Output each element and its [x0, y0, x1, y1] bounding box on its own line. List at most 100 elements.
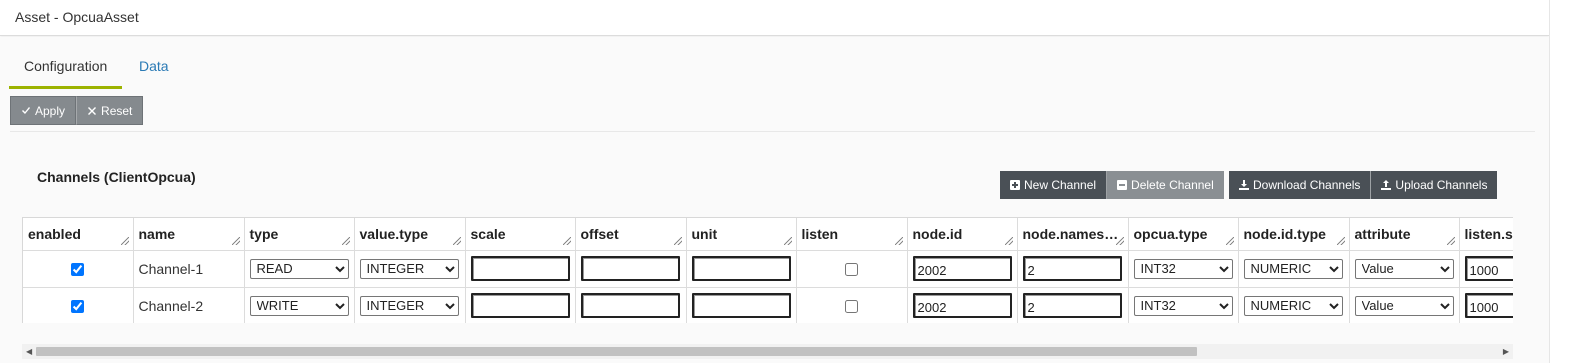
tab-configuration[interactable]: Configuration [9, 50, 123, 89]
scale-input[interactable] [470, 293, 570, 318]
table-header-row: enabled name type value.type scale offse… [23, 218, 1513, 251]
value-type-select[interactable]: INTEGER [359, 295, 459, 316]
type-select[interactable]: WRITE [249, 295, 349, 316]
offset-input[interactable] [580, 293, 680, 318]
node-id-type-select[interactable]: NUMERIC [1243, 295, 1343, 316]
download-icon [1239, 180, 1249, 190]
scroll-right-icon[interactable]: ▶ [1503, 347, 1509, 356]
column-header-label: unit [691, 225, 718, 242]
channel-edit-buttons: New Channel Delete Channel [1000, 171, 1224, 199]
scrollbar-thumb[interactable] [36, 347, 1197, 356]
enabled-checkbox[interactable] [71, 263, 85, 277]
column-header-label: node.id.type [1243, 225, 1326, 242]
delete-channel-button[interactable]: Delete Channel [1106, 171, 1224, 199]
column-header[interactable]: value.type [354, 218, 466, 251]
node-id-cell [907, 287, 1018, 323]
resize-handle-icon[interactable] [1115, 236, 1124, 245]
resize-handle-icon[interactable] [894, 236, 903, 245]
column-header[interactable]: node.id.type [1238, 218, 1350, 251]
enabled-checkbox[interactable] [71, 300, 85, 314]
column-header[interactable]: unit [686, 218, 797, 251]
node-namespace-input[interactable] [1022, 293, 1122, 318]
offset-cell [575, 250, 687, 288]
resize-handle-icon[interactable] [562, 236, 571, 245]
resize-handle-icon[interactable] [452, 236, 461, 245]
resize-handle-icon[interactable] [120, 236, 129, 245]
delete-channel-label: Delete Channel [1131, 178, 1214, 192]
scale-cell [465, 287, 576, 323]
channels-table-container: enabled name type value.type scale offse… [22, 217, 1513, 323]
type-cell: READ [244, 250, 355, 288]
channels-title: Channels (ClientOpcua) [37, 169, 196, 185]
node-id-input[interactable] [912, 256, 1012, 281]
column-header[interactable]: opcua.type [1128, 218, 1239, 251]
offset-input[interactable] [580, 256, 680, 281]
attribute-select[interactable]: Value [1354, 258, 1454, 279]
column-header[interactable]: listen [796, 218, 908, 251]
scale-cell [465, 250, 576, 288]
scale-input[interactable] [470, 256, 570, 281]
unit-input[interactable] [691, 293, 791, 318]
node-id-type-select[interactable]: NUMERIC [1243, 258, 1343, 279]
column-header-label: listen.s [1464, 225, 1513, 242]
column-header[interactable]: offset [575, 218, 687, 251]
column-header-label: scale [470, 225, 506, 242]
column-header-label: opcua.type [1133, 225, 1208, 242]
attribute-select[interactable]: Value [1354, 295, 1454, 316]
node-namespace-cell [1017, 287, 1129, 323]
node-namespace-input[interactable] [1022, 256, 1122, 281]
enabled-cell [23, 250, 134, 288]
resize-handle-icon[interactable] [783, 236, 792, 245]
resize-handle-icon[interactable] [1446, 236, 1455, 245]
column-header[interactable]: listen.s [1459, 218, 1513, 251]
resize-handle-icon[interactable] [1225, 236, 1234, 245]
enabled-cell [23, 287, 134, 323]
unit-input[interactable] [691, 256, 791, 281]
opcua-type-select[interactable]: INT32 [1133, 258, 1233, 279]
tab-data[interactable]: Data [124, 50, 184, 89]
listen-cell [796, 250, 908, 288]
node-id-type-cell: NUMERIC [1238, 250, 1350, 288]
column-header[interactable]: node.id [907, 218, 1018, 251]
listen-s-input[interactable] [1464, 293, 1513, 318]
scroll-left-icon[interactable]: ◀ [26, 347, 32, 356]
listen-s-input[interactable] [1464, 256, 1513, 281]
name-cell[interactable]: Channel-2 [133, 287, 245, 323]
plus-square-icon [1010, 180, 1020, 190]
column-header[interactable]: enabled [23, 218, 134, 251]
node-id-input[interactable] [912, 293, 1012, 318]
title-bar: Asset - OpcuaAsset [0, 0, 1549, 36]
listen-cell [796, 287, 908, 323]
column-header-label: offset [580, 225, 619, 242]
type-select[interactable]: READ [249, 258, 349, 279]
listen-checkbox[interactable] [845, 263, 858, 277]
value-type-select[interactable]: INTEGER [359, 258, 459, 279]
opcua-type-cell: INT32 [1128, 250, 1239, 288]
apply-button[interactable]: Apply [10, 96, 77, 125]
listen-checkbox[interactable] [845, 300, 858, 314]
new-channel-button[interactable]: New Channel [1000, 171, 1107, 199]
resize-handle-icon[interactable] [231, 236, 240, 245]
column-header[interactable]: attribute [1349, 218, 1460, 251]
resize-handle-icon[interactable] [1004, 236, 1013, 245]
column-header[interactable]: type [244, 218, 355, 251]
name-cell[interactable]: Channel-1 [133, 250, 245, 288]
resize-handle-icon[interactable] [673, 236, 682, 245]
column-header-label: listen [801, 225, 839, 242]
listen-s-cell [1459, 287, 1513, 323]
upload-channels-button[interactable]: Upload Channels [1370, 171, 1498, 199]
page-vertical-scrollbar[interactable] [1549, 0, 1575, 363]
column-header[interactable]: scale [465, 218, 576, 251]
attribute-cell: Value [1349, 287, 1460, 323]
resize-handle-icon[interactable] [341, 236, 350, 245]
reset-button[interactable]: Reset [76, 96, 144, 125]
column-header[interactable]: name [133, 218, 245, 251]
node-id-type-cell: NUMERIC [1238, 287, 1350, 323]
table-horizontal-scrollbar[interactable]: ◀ ▶ [22, 344, 1513, 359]
column-header[interactable]: node.names… [1017, 218, 1129, 251]
download-channels-button[interactable]: Download Channels [1229, 171, 1371, 199]
resize-handle-icon[interactable] [1336, 236, 1345, 245]
opcua-type-select[interactable]: INT32 [1133, 295, 1233, 316]
table-row: Channel-2 WRITE INTEGER INT32 NUMERIC Va… [23, 287, 1513, 323]
upload-channels-label: Upload Channels [1395, 178, 1488, 192]
